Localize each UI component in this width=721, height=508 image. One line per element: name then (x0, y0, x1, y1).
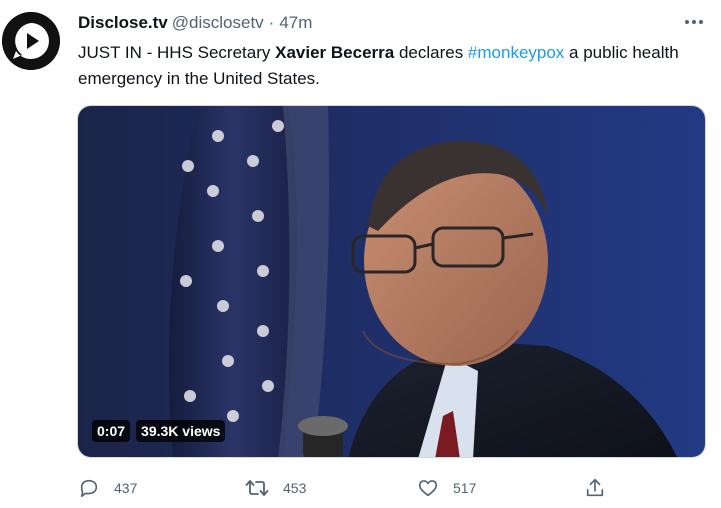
tweet[interactable]: Disclose.tv @disclosetv · 47m JUST IN - … (0, 0, 721, 508)
retweet-button[interactable]: 453 (245, 474, 306, 502)
tweet-actions: 437 453 517 (0, 474, 721, 502)
tweet-bold-name: Xavier Becerra (275, 43, 395, 62)
retweet-icon (245, 480, 269, 496)
more-options-button[interactable] (682, 12, 706, 32)
author-name[interactable]: Disclose.tv (78, 13, 168, 33)
video-thumbnail (78, 106, 705, 457)
reply-count: 437 (114, 480, 138, 496)
video-views: 39.3K views (136, 420, 226, 442)
video-overlay: 0:07 39.3K views (92, 420, 226, 442)
header-separator: · (268, 13, 275, 32)
heart-icon (418, 480, 438, 497)
like-button[interactable]: 517 (417, 474, 476, 502)
like-count: 517 (453, 480, 477, 496)
avatar[interactable] (2, 12, 60, 70)
reply-button[interactable]: 437 (78, 474, 137, 502)
disclose-tv-play-logo-icon (2, 12, 60, 70)
tweet-text: JUST IN - HHS Secretary Xavier Becerra d… (78, 40, 698, 92)
tweet-timestamp[interactable]: 47m (279, 13, 312, 33)
tweet-text-mid: declares (394, 43, 468, 62)
tweet-text-before: JUST IN - HHS Secretary (78, 43, 276, 62)
tweet-header: Disclose.tv @disclosetv · 47m (78, 13, 691, 35)
video-player[interactable] (77, 105, 706, 458)
author-handle[interactable]: @disclosetv (172, 13, 264, 33)
retweet-count: 453 (283, 480, 307, 496)
share-button[interactable] (584, 474, 606, 502)
more-dots-icon (685, 20, 703, 24)
video-duration: 0:07 (92, 420, 131, 442)
share-icon (586, 478, 604, 497)
hashtag-link[interactable]: #monkeypox (468, 43, 564, 62)
reply-icon (80, 479, 98, 498)
